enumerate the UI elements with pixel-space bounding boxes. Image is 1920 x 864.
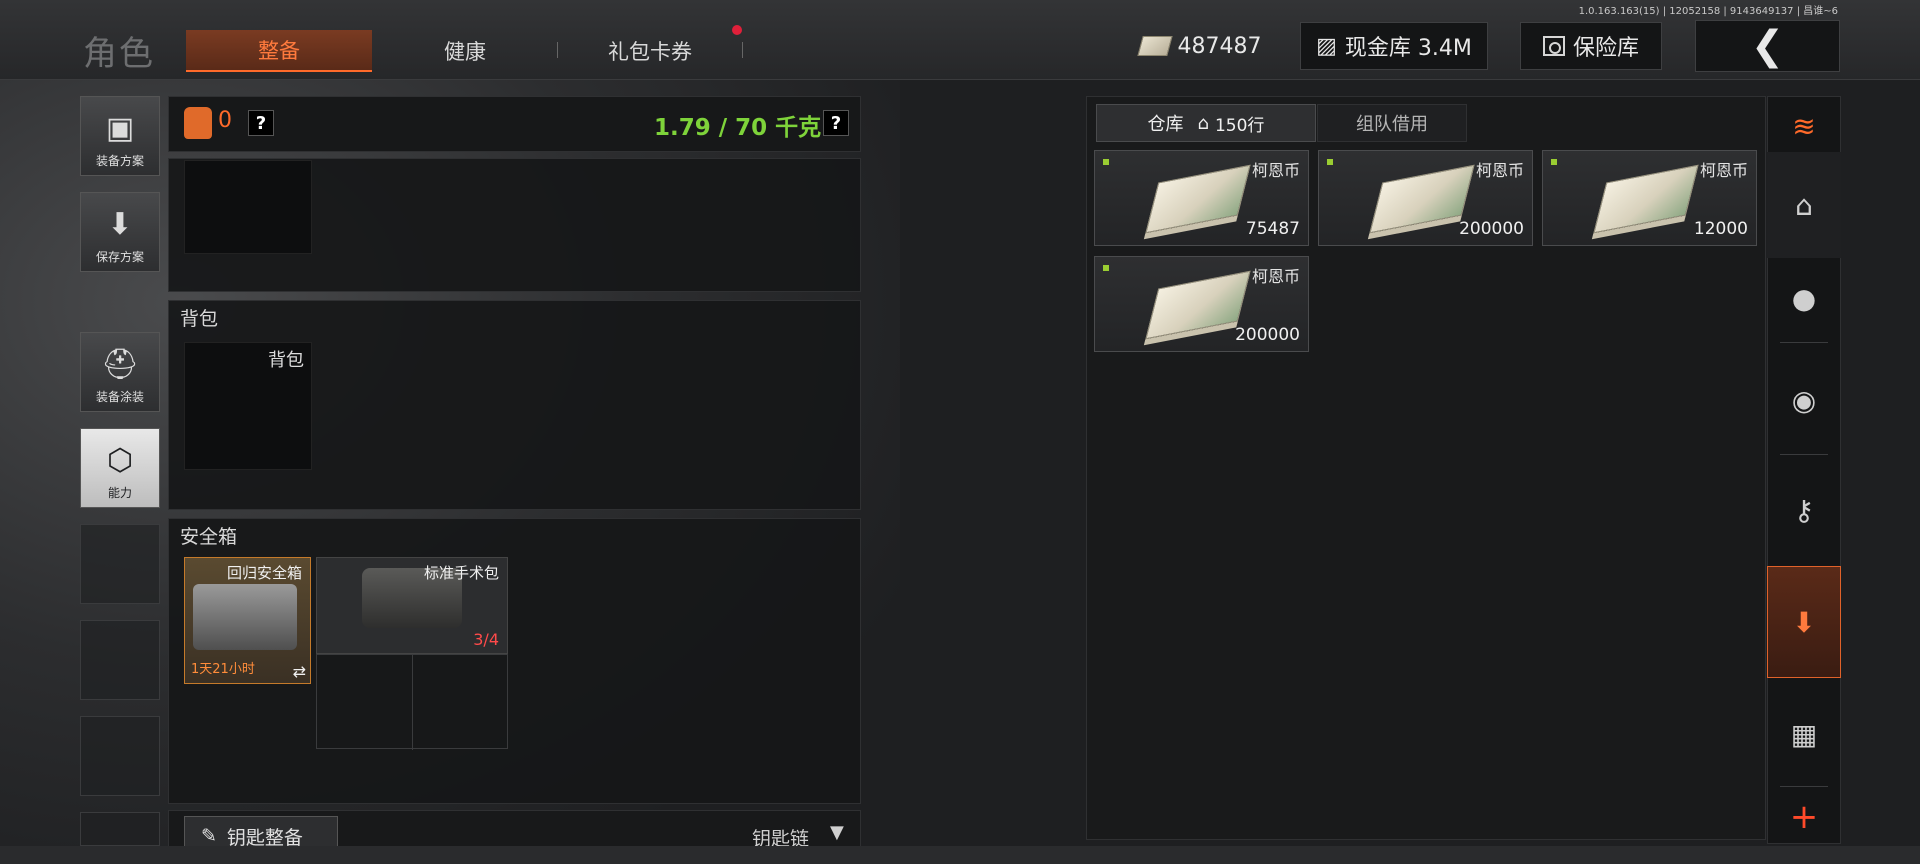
storage-item[interactable]: 柯恩币 75487 bbox=[1094, 150, 1309, 246]
weight-display: 1.79 / 70 千克 bbox=[654, 115, 822, 141]
backpack-section-title: 背包 bbox=[180, 308, 219, 330]
medkit-grid bbox=[316, 654, 508, 750]
loadout-plan-label: 装备方案 bbox=[95, 154, 144, 168]
cash-stack-icon bbox=[1145, 164, 1251, 234]
page-title: 角色 bbox=[83, 34, 155, 74]
bottom-strip bbox=[0, 846, 1920, 864]
weight-help-button[interactable]: ? bbox=[823, 110, 849, 136]
item-name: 柯恩币 bbox=[1251, 161, 1300, 180]
backpack-slot-label: 背包 bbox=[268, 350, 304, 371]
currency-display: 487487 bbox=[1133, 22, 1268, 70]
skin-button[interactable]: ⛑ 装备涂装 bbox=[80, 332, 160, 412]
skin-label: 装备涂装 bbox=[95, 390, 144, 404]
storage-item[interactable]: 柯恩币 200000 bbox=[1318, 150, 1533, 246]
new-item-dot bbox=[1327, 159, 1333, 165]
chevron-left-icon: ❮ bbox=[1750, 23, 1785, 69]
chevron-down-icon[interactable]: ▼ bbox=[830, 822, 844, 843]
lightning-hex-icon: ⬡ bbox=[106, 443, 134, 478]
cash-vault-label: 现金库 3.4M bbox=[1344, 36, 1472, 61]
download-icon: ⬇ bbox=[107, 207, 133, 242]
loadout-plan-button[interactable]: ▣ 装备方案 bbox=[80, 96, 160, 176]
tab-gift-cards[interactable]: 礼包卡券 bbox=[558, 30, 742, 72]
insurance-button[interactable]: 保险库 bbox=[1520, 22, 1662, 70]
coins-icon[interactable]: ◉ bbox=[1767, 352, 1841, 448]
safe-box-item[interactable]: 回归安全箱 1天21小时 ⇄ bbox=[184, 557, 311, 684]
warehouse-rows: 150行 bbox=[1214, 115, 1265, 136]
empty-slot bbox=[80, 524, 160, 604]
new-item-dot bbox=[1103, 265, 1109, 271]
currency-amount: 487487 bbox=[1177, 33, 1262, 59]
save-plan-label: 保存方案 bbox=[95, 250, 144, 264]
item-name: 柯恩币 bbox=[1699, 161, 1748, 180]
tab-warehouse[interactable]: 仓库 ⌂ 150行 bbox=[1096, 104, 1316, 142]
home-icon: ⌂ bbox=[1197, 112, 1209, 134]
item-qty: 200000 bbox=[1459, 219, 1524, 239]
insurance-label: 保险库 bbox=[1572, 36, 1639, 61]
key-icon[interactable]: ⚷ bbox=[1767, 460, 1841, 560]
layers-refresh-icon[interactable]: ≋ bbox=[1767, 100, 1841, 152]
cash-stack-icon bbox=[1593, 164, 1699, 234]
inventory-in-icon[interactable]: ⬇ bbox=[1767, 566, 1841, 678]
key-icon: ✎ bbox=[201, 825, 217, 847]
new-item-dot bbox=[1103, 159, 1109, 165]
empty-slot bbox=[80, 812, 160, 846]
notification-dot bbox=[732, 25, 742, 35]
helmet-icon: ⛑ bbox=[100, 347, 140, 382]
new-item-dot bbox=[1551, 159, 1557, 165]
cash-vault-button[interactable]: ▨ 现金库 3.4M bbox=[1300, 22, 1488, 70]
version-info: 1.0.163.163(15) | 12052158 | 9143649137 … bbox=[1578, 6, 1838, 17]
storage-item[interactable]: 柯恩币 12000 bbox=[1542, 150, 1757, 246]
plus-icon[interactable]: + bbox=[1767, 792, 1841, 842]
sidebar-divider bbox=[1780, 342, 1828, 343]
home-icon[interactable]: ⌂ bbox=[1767, 152, 1841, 258]
item-name: 柯恩币 bbox=[1475, 161, 1524, 180]
medkit-count: 3/4 bbox=[473, 630, 499, 649]
vest-icon: ▣ bbox=[105, 111, 135, 146]
tab-loadout[interactable]: 整备 bbox=[186, 30, 372, 72]
medkit-name: 标准手术包 bbox=[423, 564, 499, 582]
safe-case-icon bbox=[193, 584, 297, 650]
safe-icon bbox=[1542, 36, 1565, 56]
empty-slot bbox=[80, 716, 160, 796]
save-plan-button[interactable]: ⬇ 保存方案 bbox=[80, 192, 160, 272]
cash-icon bbox=[1136, 36, 1173, 56]
armor-icon bbox=[184, 107, 212, 139]
tab-team-borrow[interactable]: 组队借用 bbox=[1317, 104, 1467, 142]
ability-button[interactable]: ⬡ 能力 bbox=[80, 428, 160, 508]
item-qty: 75487 bbox=[1245, 219, 1300, 239]
grenade-icon[interactable]: ● bbox=[1767, 258, 1841, 338]
tab-divider bbox=[742, 42, 743, 58]
box-icon[interactable]: ▦ bbox=[1767, 690, 1841, 778]
ability-label: 能力 bbox=[107, 486, 132, 500]
storage-item[interactable]: 柯恩币 200000 bbox=[1094, 256, 1309, 352]
item-qty: 200000 bbox=[1235, 325, 1300, 345]
tab-health[interactable]: 健康 bbox=[372, 30, 558, 72]
safe-timer: 1天21小时 bbox=[191, 662, 255, 677]
sidebar-divider bbox=[1780, 786, 1828, 787]
swap-icon[interactable]: ⇄ bbox=[293, 662, 306, 681]
armor-help-button[interactable]: ? bbox=[248, 110, 274, 136]
warehouse-label: 仓库 bbox=[1147, 114, 1184, 135]
back-button[interactable]: ❮ bbox=[1695, 20, 1840, 72]
armor-count: 0 bbox=[218, 108, 232, 133]
vest-slot[interactable] bbox=[184, 160, 312, 254]
item-qty: 12000 bbox=[1693, 219, 1748, 239]
medkit-item[interactable]: 标准手术包 3/4 bbox=[316, 557, 508, 654]
sidebar-divider bbox=[1780, 454, 1828, 455]
safe-section-title: 安全箱 bbox=[180, 526, 238, 548]
safe-item-name: 回归安全箱 bbox=[226, 564, 302, 582]
empty-slot bbox=[80, 620, 160, 700]
item-name: 柯恩币 bbox=[1251, 267, 1300, 286]
vault-icon: ▨ bbox=[1316, 33, 1337, 59]
